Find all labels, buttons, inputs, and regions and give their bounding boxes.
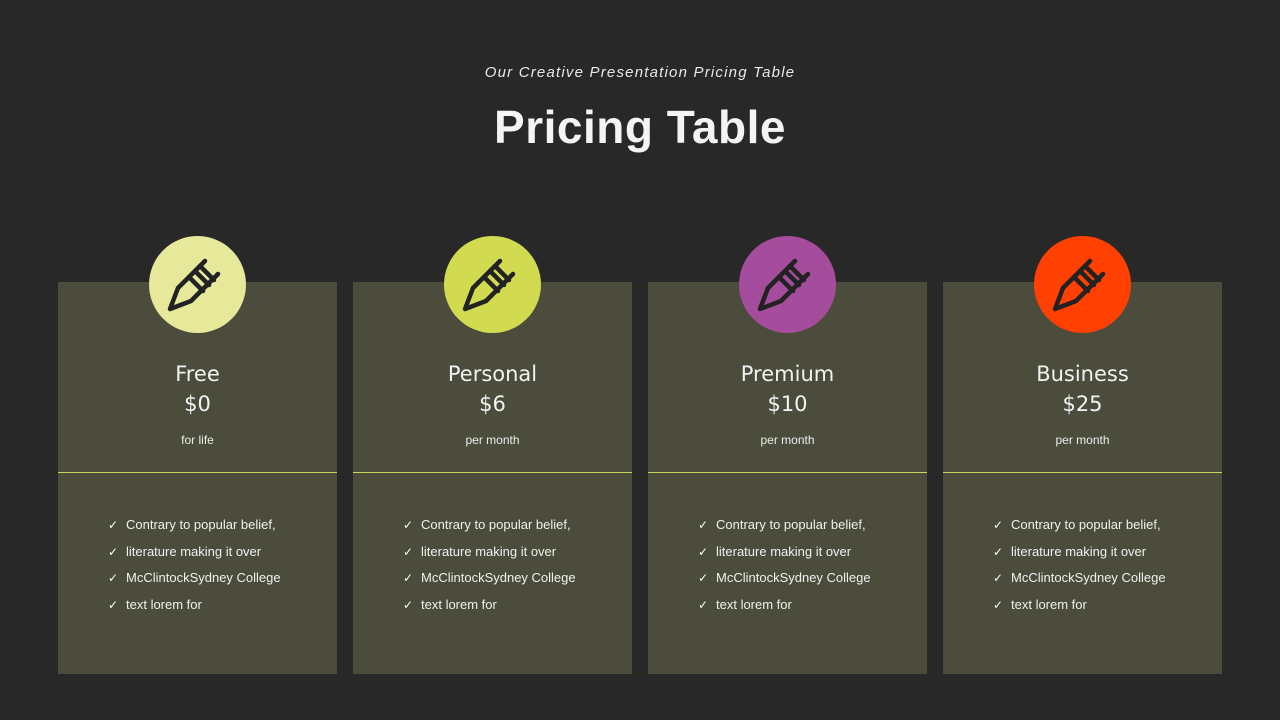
check-icon: ✓ <box>993 597 1004 612</box>
feature-item: ✓ text lorem for <box>993 597 1166 624</box>
plan-name: Premium <box>740 362 835 386</box>
check-icon: ✓ <box>403 597 414 612</box>
plan-price: $6 <box>479 392 506 416</box>
feature-text: text lorem for <box>421 596 497 612</box>
feature-text: text lorem for <box>126 596 202 612</box>
feature-item: ✓ McClintockSydney College <box>698 570 871 597</box>
feature-item: ✓ literature making it over <box>698 544 871 571</box>
check-icon: ✓ <box>698 571 709 586</box>
feature-text: McClintockSydney College <box>421 570 576 586</box>
check-icon: ✓ <box>698 597 709 612</box>
plan-price: $10 <box>767 392 808 416</box>
check-icon: ✓ <box>108 571 119 586</box>
feature-text: McClintockSydney College <box>1011 570 1166 586</box>
feature-text: Contrary to popular belief, <box>1011 517 1161 532</box>
pen-icon <box>462 258 516 312</box>
pricing-card-premium: Premium $10 per month ✓ Contrary to popul… <box>648 282 927 674</box>
plan-name: Business <box>1036 362 1129 386</box>
feature-item: ✓ Contrary to popular belief, <box>108 517 281 544</box>
page-subtitle: Our Creative Presentation Pricing Table <box>484 64 796 81</box>
feature-item: ✓ McClintockSydney College <box>403 570 576 597</box>
feature-list: ✓ Contrary to popular belief, ✓ literature… <box>403 517 576 623</box>
plan-price: $0 <box>184 392 211 416</box>
pen-icon <box>1052 258 1106 312</box>
feature-list: ✓ Contrary to popular belief, ✓ literature… <box>993 517 1166 623</box>
feature-text: McClintockSydney College <box>126 570 281 586</box>
feature-item: ✓ text lorem for <box>698 597 871 624</box>
check-icon: ✓ <box>108 518 119 532</box>
feature-text: text lorem for <box>1011 596 1087 612</box>
pen-icon <box>757 258 811 312</box>
feature-text: literature making it over <box>421 543 557 559</box>
plan-period: per month <box>760 433 815 447</box>
plan-badge <box>1034 236 1131 333</box>
pricing-card-personal: Personal $6 per month ✓ Contrary to popul… <box>353 282 632 674</box>
check-icon: ✓ <box>403 518 414 532</box>
feature-text: McClintockSydney College <box>716 570 871 586</box>
feature-list: ✓ Contrary to popular belief, ✓ literature… <box>108 517 281 623</box>
feature-item: ✓ McClintockSydney College <box>993 570 1166 597</box>
feature-text: literature making it over <box>716 543 852 559</box>
feature-text: Contrary to popular belief, <box>716 517 866 532</box>
check-icon: ✓ <box>403 544 414 559</box>
feature-item: ✓ literature making it over <box>108 544 281 571</box>
check-icon: ✓ <box>108 597 119 612</box>
plan-name: Free <box>175 362 220 386</box>
feature-item: ✓ text lorem for <box>403 597 576 624</box>
plan-badge <box>739 236 836 333</box>
check-icon: ✓ <box>993 518 1004 532</box>
card-divider <box>648 472 927 473</box>
feature-text: Contrary to popular belief, <box>421 517 571 532</box>
plan-period: per month <box>1055 433 1110 447</box>
plan-price: $25 <box>1062 392 1103 416</box>
check-icon: ✓ <box>108 544 119 559</box>
feature-item: ✓ McClintockSydney College <box>108 570 281 597</box>
feature-text: Contrary to popular belief, <box>126 517 276 532</box>
feature-item: ✓ Contrary to popular belief, <box>993 517 1166 544</box>
pricing-card-free: Free $0 for life ✓ Contrary to popular be… <box>58 282 337 674</box>
feature-text: literature making it over <box>126 543 262 559</box>
feature-item: ✓ Contrary to popular belief, <box>403 517 576 544</box>
plan-period: per month <box>465 433 520 447</box>
feature-item: ✓ text lorem for <box>108 597 281 624</box>
card-divider <box>943 472 1222 473</box>
check-icon: ✓ <box>698 518 709 532</box>
pricing-card-business: Business $25 per month ✓ Contrary to popu… <box>943 282 1222 674</box>
card-divider <box>58 472 337 473</box>
check-icon: ✓ <box>698 544 709 559</box>
feature-text: literature making it over <box>1011 543 1147 559</box>
feature-text: text lorem for <box>716 596 792 612</box>
check-icon: ✓ <box>993 571 1004 586</box>
plan-badge <box>149 236 246 333</box>
page-title: Pricing Table <box>494 101 786 153</box>
feature-item: ✓ literature making it over <box>403 544 576 571</box>
check-icon: ✓ <box>403 571 414 586</box>
card-divider <box>353 472 632 473</box>
feature-list: ✓ Contrary to popular belief, ✓ literature… <box>698 517 871 623</box>
plan-period: for life <box>181 433 214 447</box>
check-icon: ✓ <box>993 544 1004 559</box>
feature-item: ✓ literature making it over <box>993 544 1166 571</box>
plan-name: Personal <box>447 362 538 386</box>
feature-item: ✓ Contrary to popular belief, <box>698 517 871 544</box>
pen-icon <box>167 258 221 312</box>
plan-badge <box>444 236 541 333</box>
